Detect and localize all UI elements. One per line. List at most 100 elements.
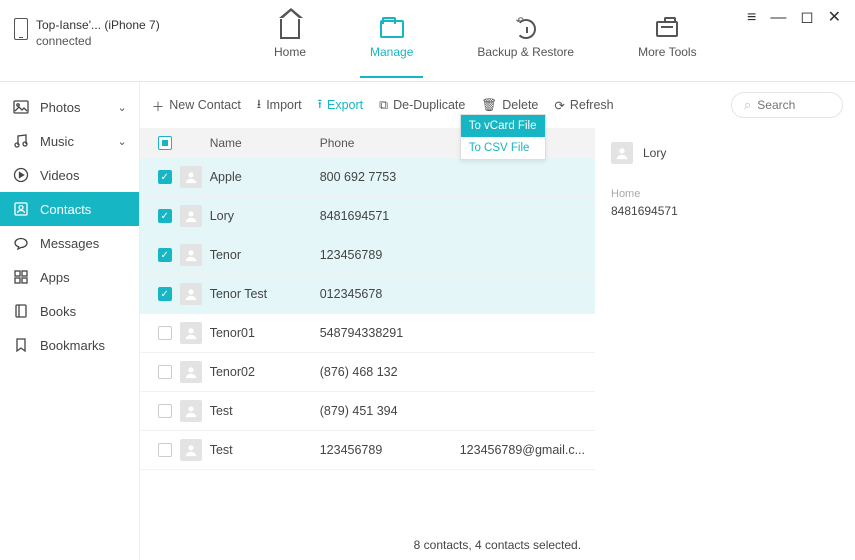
home-icon (280, 19, 300, 39)
tab-home[interactable]: Home (274, 17, 306, 65)
contact-phone: (876) 468 132 (320, 365, 460, 379)
avatar (180, 244, 202, 266)
import-button[interactable]: ⭳Import (257, 95, 302, 116)
tab-tools[interactable]: More Tools (638, 17, 696, 65)
tools-icon (656, 21, 678, 37)
export-csv-option[interactable]: To CSV File (461, 137, 545, 159)
tab-backup[interactable]: Backup & Restore (477, 17, 574, 65)
sidebar-item-music[interactable]: Music ⌄ (0, 124, 139, 158)
avatar (180, 322, 202, 344)
sidebar-item-bookmarks[interactable]: Bookmarks (0, 328, 139, 362)
contact-name: Test (210, 443, 320, 457)
row-checkbox[interactable] (158, 404, 172, 418)
device-info: Top-Ianse'... (iPhone 7) connected (14, 0, 254, 49)
sidebar-item-label: Music (40, 134, 74, 149)
contact-name: Tenor01 (210, 326, 320, 340)
maximize-button[interactable]: ◻ (800, 10, 813, 26)
minimize-button[interactable]: — (770, 10, 786, 26)
avatar (180, 439, 202, 461)
table-row[interactable]: Test(879) 451 394 (140, 392, 595, 431)
sidebar-item-label: Bookmarks (40, 338, 105, 353)
sidebar-item-label: Apps (40, 270, 70, 285)
avatar (180, 400, 202, 422)
bookmarks-icon (12, 337, 30, 353)
tab-manage[interactable]: Manage (370, 17, 413, 65)
sidebar-item-books[interactable]: Books (0, 294, 139, 328)
deduplicate-button[interactable]: ⧉De-Duplicate (379, 98, 465, 113)
backup-icon (516, 19, 536, 39)
export-dropdown: To vCard File To CSV File (460, 114, 546, 160)
import-icon: ⭳ (257, 95, 261, 116)
sidebar-item-apps[interactable]: Apps (0, 260, 139, 294)
status-bar: 8 contacts, 4 contacts selected. (140, 529, 855, 560)
sidebar-item-photos[interactable]: Photos ⌄ (0, 90, 139, 124)
contact-phone: 8481694571 (320, 209, 460, 223)
contact-phone: 123456789 (320, 443, 460, 457)
trash-icon: 🗑 (481, 98, 497, 113)
table-row[interactable]: Test123456789123456789@gmail.c... (140, 431, 595, 470)
row-checkbox[interactable]: ✓ (158, 287, 172, 301)
search-icon: ⌕ (744, 97, 751, 113)
sidebar-item-videos[interactable]: Videos (0, 158, 139, 192)
photos-icon (12, 99, 30, 115)
row-checkbox[interactable] (158, 443, 172, 457)
contacts-icon (12, 201, 30, 217)
avatar (180, 205, 202, 227)
column-phone[interactable]: Phone (320, 136, 460, 150)
detail-phone: 8481694571 (611, 204, 839, 218)
toolbar: ＋New Contact ⭳Import ⭱Export ⧉De-Duplica… (140, 82, 855, 128)
table-row[interactable]: Tenor02(876) 468 132 (140, 353, 595, 392)
chevron-down-icon: ⌄ (118, 101, 127, 114)
refresh-button[interactable]: ⟳Refresh (554, 98, 613, 113)
export-button[interactable]: ⭱Export (318, 95, 364, 116)
dedup-icon: ⧉ (379, 98, 388, 113)
close-button[interactable]: ✕ (828, 10, 841, 26)
detail-section-label: Home (611, 188, 839, 200)
sidebar-item-label: Videos (40, 168, 80, 183)
music-icon (12, 133, 30, 149)
contact-phone: (879) 451 394 (320, 404, 460, 418)
row-checkbox[interactable]: ✓ (158, 209, 172, 223)
delete-button[interactable]: 🗑Delete (481, 98, 538, 113)
contact-details: Lory Home 8481694571 (595, 128, 855, 529)
contact-phone: 800 692 7753 (320, 170, 460, 184)
row-checkbox[interactable]: ✓ (158, 170, 172, 184)
contact-name: Test (210, 404, 320, 418)
contact-phone: 548794338291 (320, 326, 460, 340)
sidebar-item-contacts[interactable]: Contacts (0, 192, 139, 226)
table-row[interactable]: ✓ Tenor Test012345678 (140, 275, 595, 314)
avatar (180, 283, 202, 305)
refresh-icon: ⟳ (554, 98, 564, 113)
table-row[interactable]: Tenor01548794338291 (140, 314, 595, 353)
row-checkbox[interactable]: ✓ (158, 248, 172, 262)
export-vcard-option[interactable]: To vCard File (461, 115, 545, 137)
select-all-checkbox[interactable] (158, 136, 172, 150)
sidebar-item-messages[interactable]: Messages (0, 226, 139, 260)
videos-icon (12, 167, 30, 183)
row-checkbox[interactable] (158, 326, 172, 340)
plus-icon: ＋ (152, 96, 165, 115)
folder-icon (380, 20, 404, 38)
new-contact-button[interactable]: ＋New Contact (152, 96, 241, 115)
search-box[interactable]: ⌕ (731, 92, 843, 118)
avatar (180, 361, 202, 383)
search-input[interactable] (757, 98, 830, 112)
apps-icon (12, 269, 30, 285)
contact-name: Lory (210, 209, 320, 223)
avatar (180, 166, 202, 188)
hamburger-icon[interactable]: ≡ (747, 10, 756, 26)
contact-name: Tenor Test (210, 287, 320, 301)
contact-name: Tenor02 (210, 365, 320, 379)
sidebar-item-label: Messages (40, 236, 99, 251)
column-name[interactable]: Name (210, 136, 320, 150)
messages-icon (12, 235, 30, 251)
sidebar-item-label: Books (40, 304, 76, 319)
table-row[interactable]: ✓Apple800 692 7753 (140, 158, 595, 197)
contacts-table: Name Phone Email ✓Apple800 692 7753✓Lory… (140, 128, 595, 529)
export-icon: ⭱ (318, 95, 322, 116)
contact-phone: 012345678 (320, 287, 460, 301)
sidebar: Photos ⌄ Music ⌄ Videos Contacts Message… (0, 82, 139, 560)
row-checkbox[interactable] (158, 365, 172, 379)
table-row[interactable]: ✓ Lory8481694571 (140, 197, 595, 236)
table-row[interactable]: ✓Tenor123456789 (140, 236, 595, 275)
